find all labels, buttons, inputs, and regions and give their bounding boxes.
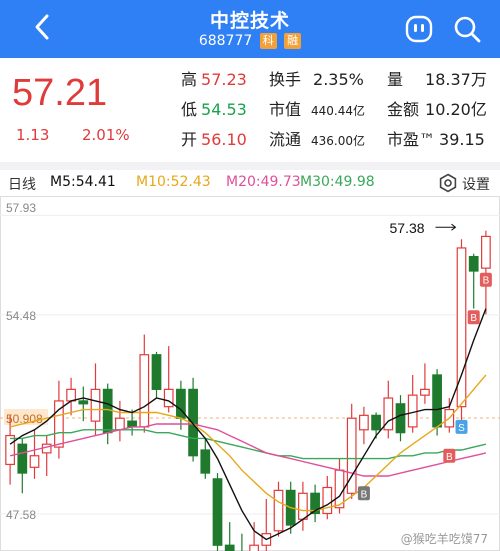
watermark: @猴吃羊吃馍77 bbox=[400, 532, 488, 546]
candle-body bbox=[481, 235, 491, 269]
candle-body bbox=[432, 374, 442, 428]
top-nav-bar: 中控技术 688777 科 融 bbox=[0, 0, 500, 58]
price-change: 1.13 bbox=[16, 126, 50, 144]
signal-marker-label: B bbox=[483, 276, 490, 287]
candle-body bbox=[66, 388, 76, 402]
stat-open: 开 56.10 bbox=[181, 130, 247, 149]
ma5-label: M5:54.41 bbox=[50, 174, 116, 190]
signal-marker-label: B bbox=[470, 313, 477, 324]
section-divider bbox=[0, 162, 500, 170]
candle-body bbox=[298, 492, 308, 520]
candle-body bbox=[41, 443, 52, 454]
kline-chart[interactable]: 57.9354.4850.90847.58BBSBB57.38 bbox=[0, 196, 500, 551]
candle-body bbox=[29, 455, 40, 468]
period-label[interactable]: 日线 bbox=[8, 174, 36, 194]
ma20-line bbox=[9, 423, 487, 477]
stat-amount: 金额 10.20亿 bbox=[387, 100, 487, 119]
candle-body bbox=[407, 394, 418, 428]
candle-body bbox=[212, 478, 223, 546]
margin-trading-tag: 融 bbox=[284, 33, 302, 49]
price-change-pct: 2.01% bbox=[82, 126, 130, 144]
candle-body bbox=[468, 256, 479, 272]
y-tick-label: 47.58 bbox=[6, 508, 36, 522]
candle-body bbox=[359, 414, 369, 431]
signal-marker-label: B bbox=[361, 489, 368, 500]
settings-button[interactable]: 设置 bbox=[462, 174, 490, 194]
candle-body bbox=[78, 400, 89, 405]
stock-code: 688777 bbox=[198, 33, 253, 49]
candle-body bbox=[420, 388, 430, 396]
candle-body bbox=[115, 417, 125, 431]
candle-body bbox=[371, 414, 381, 431]
candle-body bbox=[127, 420, 137, 428]
candle-body bbox=[163, 388, 174, 408]
candle-body bbox=[322, 486, 333, 515]
candle-body bbox=[139, 354, 150, 428]
candle-body bbox=[200, 449, 211, 474]
stat-low: 低 54.53 bbox=[181, 100, 247, 119]
max-price-label: 57.38 bbox=[390, 220, 425, 236]
stat-volume: 量 18.37万 bbox=[387, 70, 487, 89]
candle-body bbox=[151, 354, 162, 390]
stat-turnover: 换手 2.35% bbox=[269, 70, 364, 89]
signal-marker-label: B bbox=[446, 452, 453, 463]
stat-high: 高 57.23 bbox=[181, 70, 247, 89]
y-tick-label: 57.93 bbox=[6, 201, 36, 215]
quote-panel: 57.21 1.13 2.01% 高 57.23 低 54.53 开 56.10 换手… bbox=[0, 58, 500, 162]
ma-legend-bar: 日线 M5:54.41 M10:52.43 M20:49.73 M30:49.9… bbox=[0, 170, 500, 196]
face-icon[interactable] bbox=[404, 14, 434, 44]
signal-marker-label: S bbox=[458, 423, 465, 434]
candle-body bbox=[249, 544, 259, 551]
ma30-label: M30:49.98 bbox=[300, 174, 375, 190]
candle-body bbox=[5, 434, 15, 466]
stat-pe: 市盈™ 39.15 bbox=[387, 130, 485, 149]
ma10-label: M10:52.43 bbox=[136, 174, 211, 190]
candle-body bbox=[224, 544, 235, 551]
star-market-tag: 科 bbox=[259, 33, 277, 49]
candle-body bbox=[273, 489, 284, 532]
stat-float-cap: 流通 436.00亿 bbox=[269, 130, 366, 149]
stat-market-cap: 市值 440.44亿 bbox=[269, 100, 366, 119]
gear-icon[interactable] bbox=[438, 173, 458, 193]
candle-body bbox=[395, 403, 406, 434]
y-tick-label: 54.48 bbox=[6, 309, 36, 323]
search-icon[interactable] bbox=[452, 14, 482, 44]
candle-body bbox=[90, 388, 101, 422]
ma20-label: M20:49.73 bbox=[226, 174, 301, 190]
last-price: 57.21 bbox=[12, 72, 108, 114]
candle-body bbox=[17, 443, 28, 474]
